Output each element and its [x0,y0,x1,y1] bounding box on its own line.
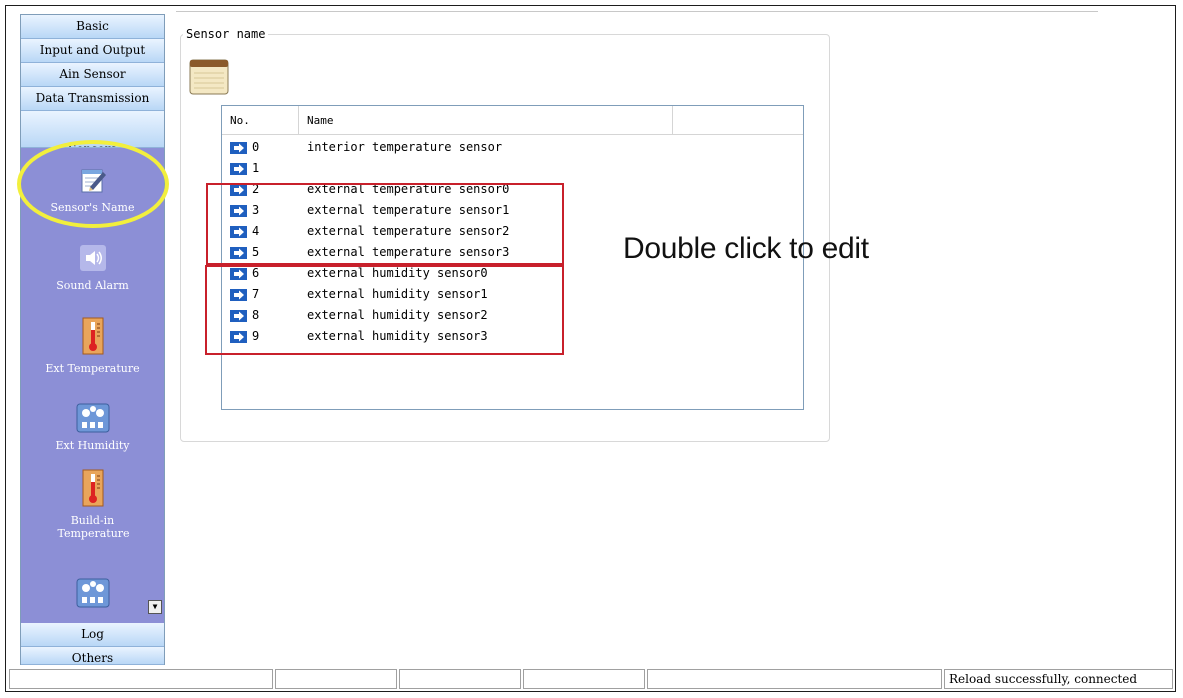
status-message: Reload successfully, connected [944,669,1173,689]
callout-text: Double click to edit [623,232,869,265]
row-name: interior temperature sensor [307,140,503,154]
status-cell [399,669,521,689]
annotation-box-humidity [205,265,564,355]
nav-item-label: Sound Alarm [56,279,129,292]
column-header-empty [673,106,803,134]
notepad-icon [189,59,229,95]
list-header: No. Name [222,106,803,135]
nav-item-sound-alarm[interactable]: Sound Alarm [21,243,164,292]
nav-item-label: Ext Temperature [45,362,140,375]
status-cell [523,669,645,689]
thermometer-icon [82,317,103,355]
nav-item-ext-temperature[interactable]: Ext Temperature [21,316,164,375]
nav-category-basic[interactable]: Basic [21,15,164,39]
nav-category-data-transmission[interactable]: Data Transmission [21,87,164,111]
sidebar-nav: Basic Input and Output Ain Sensor Data T… [20,14,165,665]
nav-item-ext-humidity[interactable]: Ext Humidity [21,403,164,452]
nav-item-build-in-temperature[interactable]: Build-in Temperature [21,468,164,540]
nav-item-humidity-partial[interactable] [21,578,164,614]
status-cell [275,669,397,689]
status-cell [647,669,942,689]
group-title: Sensor name [183,27,269,41]
column-header-name[interactable]: Name [299,106,673,134]
speaker-icon [79,245,106,271]
nav-category-ain-sensor[interactable]: Ain Sensor [21,63,164,87]
arrow-right-icon [230,142,247,154]
list-item[interactable]: 0 interior temperature sensor [222,137,803,158]
row-number-text: 0 [252,140,260,154]
chevron-down-icon: ▼ [152,602,158,611]
column-header-no[interactable]: No. [222,106,299,134]
highlight-ring-annotation [17,140,169,228]
status-cell [9,669,273,689]
arrow-right-icon [230,163,247,175]
status-bar: Reload successfully, connected [9,669,1173,689]
row-number-text: 1 [252,161,260,175]
thermometer-icon [82,469,103,507]
nav-item-label: Build-in Temperature [57,514,130,540]
humidity-meter-icon [76,403,109,433]
annotation-box-temperature [206,183,564,265]
nav-category-others[interactable]: Others [21,647,164,665]
nav-category-log[interactable]: Log [21,623,164,647]
nav-item-label: Ext Humidity [55,439,130,452]
nav-category-input-output[interactable]: Input and Output [21,39,164,63]
list-item[interactable]: 1 [222,158,803,179]
top-divider [176,11,1098,12]
nav-scroll-down-button[interactable]: ▼ [148,600,162,614]
humidity-meter-icon [76,578,109,608]
